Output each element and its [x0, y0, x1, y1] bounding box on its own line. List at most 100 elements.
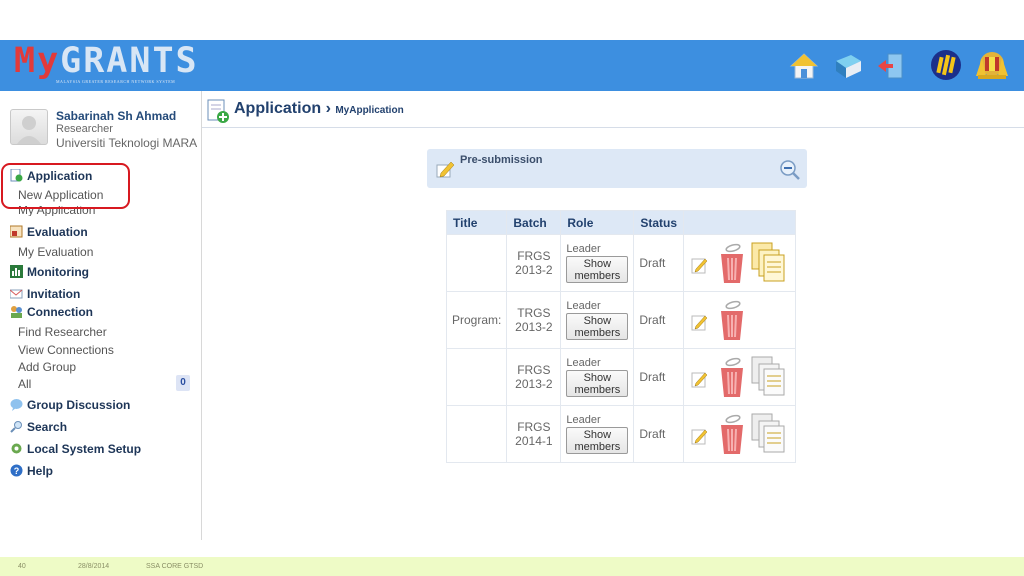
show-members-button[interactable]: Show members: [566, 256, 629, 283]
home-icon[interactable]: [789, 51, 819, 81]
top-header: MyGRANTS MALAYSIA GREATER RESEARCH NETWO…: [0, 40, 1024, 91]
user-silhouette-icon: [17, 116, 41, 144]
copy-documents-icon[interactable]: [751, 413, 785, 453]
user-name: Sabarinah Sh Ahmad: [56, 109, 177, 123]
all-count-badge: 0: [176, 375, 190, 391]
footer-page-number: 40: [18, 563, 26, 570]
row-role: Leader Show members: [560, 348, 635, 406]
show-members-button[interactable]: Show members: [566, 427, 629, 454]
nav-all[interactable]: All: [18, 377, 31, 392]
pencil-note-icon: [436, 161, 455, 178]
new-document-icon: [207, 99, 229, 123]
avatar: [10, 109, 48, 145]
column-actions: [683, 210, 797, 235]
row-actions: [683, 405, 797, 463]
edit-icon[interactable]: [691, 370, 709, 388]
column-role: Role: [560, 210, 635, 235]
search-icon: [10, 421, 22, 433]
row-actions: [683, 234, 797, 292]
setup-gear-icon: [11, 443, 22, 454]
nav-add-group[interactable]: Add Group: [18, 360, 76, 375]
show-members-button[interactable]: Show members: [566, 313, 629, 340]
user-organization: Universiti Teknologi MARA: [56, 136, 198, 150]
row-title: [445, 405, 508, 463]
user-role: Researcher: [56, 123, 113, 135]
logo-wordmark: MyGRANTS: [14, 41, 199, 81]
role-label: Leader: [566, 300, 601, 312]
footer-label: SSA CORE GTSD: [146, 563, 204, 570]
row-title: Program:: [445, 291, 508, 349]
delete-trash-icon[interactable]: [719, 356, 745, 398]
row-status: Draft: [633, 348, 685, 406]
title-divider: [202, 127, 1024, 128]
row-batch: TRGS 2013-2: [506, 291, 562, 349]
edit-icon[interactable]: [691, 427, 709, 445]
nav-monitoring[interactable]: Monitoring: [10, 264, 89, 280]
logout-icon[interactable]: [876, 51, 906, 81]
nav-invitation[interactable]: Invitation: [10, 286, 80, 302]
row-title: [445, 234, 508, 292]
table-row: FRGS 2013-2 Leader Show members Draft: [445, 348, 797, 406]
connection-icon: [11, 306, 22, 318]
row-batch: FRGS 2013-2: [506, 234, 562, 292]
row-status: Draft: [633, 405, 685, 463]
table-row: FRGS 2014-1 Leader Show members Draft: [445, 405, 797, 463]
row-role: Leader Show members: [560, 405, 635, 463]
table-row: FRGS 2013-2 Leader Show members Draft: [445, 234, 797, 292]
role-label: Leader: [566, 243, 601, 255]
nav-my-evaluation[interactable]: My Evaluation: [18, 245, 93, 260]
row-batch: FRGS 2013-2: [506, 348, 562, 406]
row-batch: FRGS 2014-1: [506, 405, 562, 463]
edit-icon[interactable]: [691, 313, 709, 331]
table-row: Program: TRGS 2013-2 Leader Show members D…: [445, 291, 797, 349]
nav-group-discussion[interactable]: Group Discussion: [10, 397, 130, 413]
discussion-icon: [10, 399, 23, 411]
row-actions: [683, 348, 797, 406]
footer-date: 28/8/2014: [78, 563, 110, 570]
invitation-icon: [10, 289, 23, 299]
row-title: [445, 348, 508, 406]
nav-evaluation[interactable]: Evaluation: [10, 224, 88, 240]
edit-icon[interactable]: [691, 256, 709, 274]
page-title-text: Application › MyApplication: [234, 100, 404, 117]
copy-documents-icon[interactable]: [751, 242, 785, 282]
monitoring-icon: [10, 265, 23, 278]
slide-footer: 40 28/8/2014 SSA CORE GTSD: [0, 557, 1024, 576]
nav-search[interactable]: Search: [10, 419, 67, 435]
application-table: Title Batch Role Status FRGS 2013-2 Leade…: [445, 210, 797, 463]
table-header-row: Title Batch Role Status: [445, 210, 797, 235]
nav-view-connections[interactable]: View Connections: [18, 343, 114, 358]
book-icon[interactable]: [833, 51, 863, 81]
delete-trash-icon[interactable]: [719, 242, 745, 284]
government-crest: [976, 52, 1008, 79]
nav-find-researcher[interactable]: Find Researcher: [18, 325, 107, 340]
delete-trash-icon[interactable]: [719, 413, 745, 455]
sidebar: Sabarinah Sh Ahmad Researcher Universiti…: [0, 91, 202, 540]
column-title: Title: [445, 210, 508, 235]
help-icon: ?: [10, 464, 23, 477]
pre-submission-panel: Pre-submission: [427, 149, 807, 188]
nav-local-system-setup[interactable]: Local System Setup: [10, 441, 141, 457]
highlight-annotation: [1, 163, 130, 209]
pre-submission-label: Pre-submission: [460, 154, 543, 166]
mygrants-logo[interactable]: MyGRANTS MALAYSIA GREATER RESEARCH NETWO…: [14, 41, 199, 88]
row-actions: [683, 291, 797, 349]
role-label: Leader: [566, 414, 601, 426]
collapse-zoom-icon[interactable]: [779, 159, 801, 181]
delete-trash-icon[interactable]: [719, 299, 745, 341]
row-status: Draft: [633, 234, 685, 292]
nav-help[interactable]: ? Help: [10, 463, 53, 479]
row-role: Leader Show members: [560, 291, 635, 349]
row-status: Draft: [633, 291, 685, 349]
svg-text:?: ?: [14, 466, 20, 476]
column-status: Status: [633, 210, 685, 235]
show-members-button[interactable]: Show members: [566, 370, 629, 397]
row-role: Leader Show members: [560, 234, 635, 292]
nav-connection[interactable]: Connection: [10, 304, 93, 320]
copy-documents-icon[interactable]: [751, 356, 785, 396]
logo-subtitle: MALAYSIA GREATER RESEARCH NETWORK SYSTEM: [56, 79, 176, 84]
role-label: Leader: [566, 357, 601, 369]
ministry-logo: [931, 50, 961, 80]
evaluation-icon: [10, 225, 23, 238]
column-batch: Batch: [506, 210, 562, 235]
